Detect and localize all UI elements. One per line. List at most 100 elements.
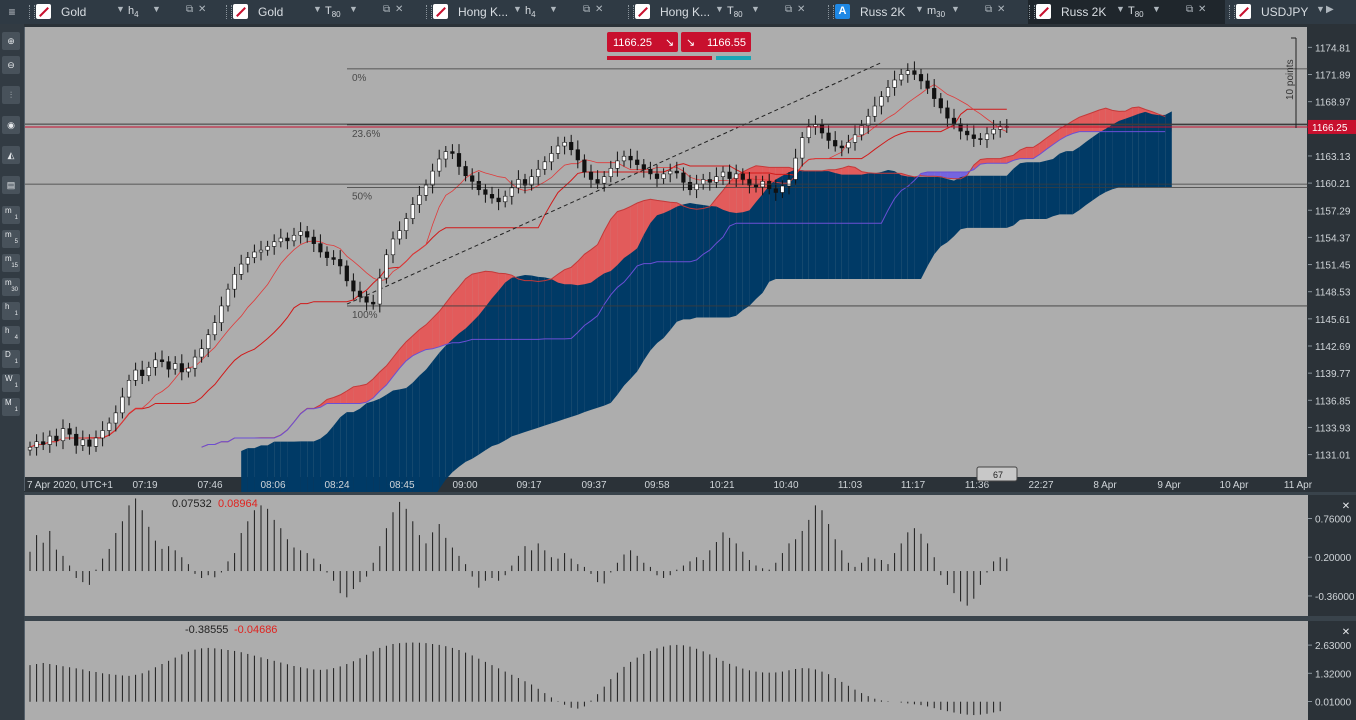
candle-body xyxy=(496,197,501,203)
close-icon[interactable]: ✕ xyxy=(1342,501,1350,512)
candle-body xyxy=(258,249,264,253)
candle-body xyxy=(450,151,455,154)
cloud-segment xyxy=(795,169,803,279)
candle-body xyxy=(27,446,33,451)
candle-body xyxy=(509,187,514,197)
cloud-segment xyxy=(1119,118,1126,188)
candle-body xyxy=(687,181,693,191)
candle-body xyxy=(516,179,521,189)
candle-body xyxy=(701,179,706,185)
cloud-segment xyxy=(478,306,486,455)
candle-body xyxy=(357,290,363,297)
candle-body xyxy=(674,170,679,174)
cloud-segment xyxy=(1026,162,1034,219)
x-tick-label: 11 Apr xyxy=(1284,480,1313,491)
candle-body xyxy=(681,172,686,183)
cloud-segment xyxy=(637,234,644,372)
candle-body xyxy=(179,363,184,373)
cloud-segment xyxy=(947,179,954,243)
cloud-segment xyxy=(696,204,704,318)
x-tick-label: 9 Apr xyxy=(1157,480,1181,491)
cloud-segment xyxy=(676,204,684,322)
candle-body xyxy=(463,166,468,177)
cloud-segment xyxy=(914,176,921,279)
candle-body xyxy=(219,305,224,323)
y-tick-label: 1139.77 xyxy=(1315,369,1351,380)
price-axis[interactable] xyxy=(1308,27,1356,477)
cloud-segment xyxy=(663,210,671,339)
buy-volume-bar xyxy=(716,56,751,60)
candle-body xyxy=(773,188,778,193)
x-tick-label: 22:27 xyxy=(1028,480,1053,491)
cloud-segment xyxy=(472,315,479,459)
cloud-segment xyxy=(993,158,1001,164)
cloud-segment xyxy=(716,206,723,318)
candle-body xyxy=(67,428,72,435)
y-tick-label: 1136.85 xyxy=(1315,396,1351,407)
cloud-segment xyxy=(987,158,994,164)
cloud-segment xyxy=(525,275,532,433)
cloud-segment xyxy=(439,345,446,490)
cloud-segment xyxy=(802,170,809,279)
candle-body xyxy=(951,117,957,124)
x-tick-label: 07:19 xyxy=(132,480,157,491)
candle-body xyxy=(938,98,943,109)
candle-body xyxy=(694,183,699,191)
cloud-segment xyxy=(459,328,466,467)
cloud-segment xyxy=(1086,112,1093,132)
chart-area[interactable]: 0% 23.6% 50% 100% 1174.81 1171.89 1168.97 1166.… xyxy=(0,0,1356,720)
x-tick-label: 11:36 xyxy=(965,480,990,491)
cloud-segment xyxy=(729,212,737,318)
candle-body xyxy=(608,168,613,177)
candle-body xyxy=(298,231,303,236)
cloud-segment xyxy=(1006,168,1014,228)
cloud-segment xyxy=(1158,114,1166,188)
candle-body xyxy=(984,133,990,140)
cloud-segment xyxy=(1165,111,1172,188)
x-tick-label: 10:21 xyxy=(709,480,734,491)
cloud-segment xyxy=(577,284,585,415)
candle-body xyxy=(899,74,904,81)
cloud-segment xyxy=(855,174,862,279)
oscillator-panel-1: 0.76000 0.20000 -0.36000 0.07532 0.08964 ✕ xyxy=(24,495,1356,616)
candle-body xyxy=(278,237,283,243)
y-tick-label: 1133.93 xyxy=(1315,423,1351,434)
candle-body xyxy=(833,140,838,147)
candle-body xyxy=(740,173,745,180)
y-tick-label: 1142.69 xyxy=(1315,342,1351,353)
cloud-segment xyxy=(445,339,453,480)
candle-body xyxy=(780,185,785,193)
candle-body xyxy=(47,435,52,445)
panel-separator[interactable] xyxy=(24,492,1356,495)
panel-border xyxy=(24,27,25,491)
y-tick-label: 1163.13 xyxy=(1315,152,1351,163)
cloud-segment xyxy=(947,172,954,179)
candle-body xyxy=(192,356,198,369)
cloud-segment xyxy=(571,284,578,417)
cloud-segment xyxy=(769,179,776,282)
candle-body xyxy=(503,195,508,203)
oscillator-background[interactable] xyxy=(25,495,1308,616)
cloud-segment xyxy=(993,175,1001,228)
candle-body xyxy=(311,236,316,244)
candle-body xyxy=(562,141,567,147)
fib-level-label: 50% xyxy=(352,191,372,202)
cloud-segment xyxy=(861,173,869,279)
candle-body xyxy=(912,70,917,75)
close-icon[interactable]: ✕ xyxy=(1342,627,1350,638)
x-tick-label: 09:37 xyxy=(581,480,606,491)
cloud-segment xyxy=(1033,162,1040,219)
cloud-segment xyxy=(835,172,842,279)
candle-body xyxy=(410,204,415,219)
cloud-segment xyxy=(1013,163,1020,226)
candle-body xyxy=(932,88,937,99)
x-tick-label: 08:06 xyxy=(260,480,285,491)
candle-body xyxy=(87,439,92,447)
cloud-segment xyxy=(1099,108,1106,132)
y-tick-label: 1151.45 xyxy=(1315,261,1351,272)
y-tick-label: -0.36000 xyxy=(1315,592,1355,603)
panel-separator[interactable] xyxy=(24,616,1356,621)
candle-body xyxy=(905,70,910,75)
candle-body xyxy=(819,124,825,134)
cloud-segment xyxy=(973,175,981,228)
